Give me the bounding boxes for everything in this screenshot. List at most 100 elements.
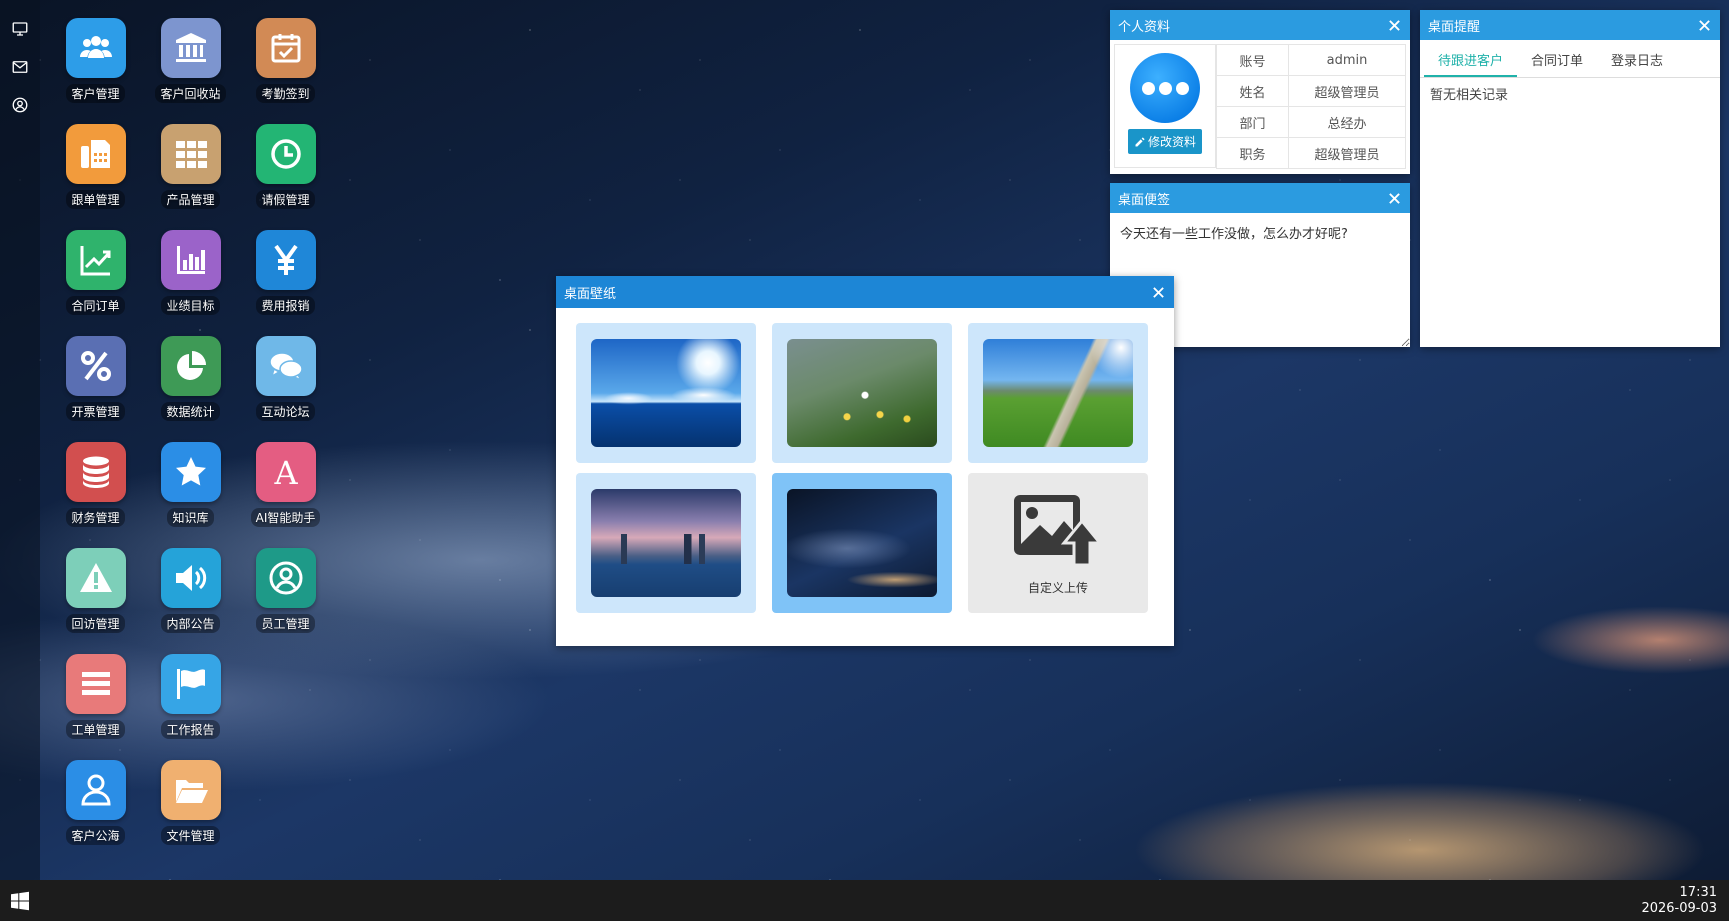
users-icon — [65, 18, 126, 78]
desktop-icon[interactable]: 工单管理 — [48, 654, 143, 760]
wallpaper-title-bar[interactable]: 桌面壁纸 — [556, 276, 1174, 308]
user-circle-icon[interactable] — [9, 94, 31, 116]
mail-icon[interactable] — [9, 56, 31, 78]
meadow-path-thumbnail — [983, 339, 1133, 447]
custom-upload-button[interactable]: 自定义上传 — [968, 473, 1148, 613]
desktop-icon-label: 客户管理 — [66, 84, 125, 103]
info-key: 账号 — [1216, 44, 1289, 76]
desktop-icon[interactable]: A AI智能助手 — [238, 442, 333, 548]
close-icon[interactable] — [1386, 17, 1402, 33]
wallpaper-meadow-path[interactable] — [968, 323, 1148, 463]
table-row: 姓名 超级管理员 — [1216, 75, 1406, 107]
desktop-icon[interactable]: 考勤签到 — [238, 18, 333, 124]
letter-a-icon: A — [255, 442, 316, 502]
info-key: 职务 — [1216, 137, 1289, 169]
desktop-icon-label: AI智能助手 — [250, 508, 321, 527]
desktop-icon-label: 员工管理 — [256, 614, 315, 633]
tab-contract-orders[interactable]: 合同订单 — [1517, 44, 1597, 77]
desktop-icon[interactable]: 费用报销 — [238, 230, 333, 336]
avatar-panel: 修改资料 — [1114, 44, 1216, 168]
wallpaper-flowers-bokeh[interactable] — [772, 323, 952, 463]
percent-icon — [65, 336, 126, 396]
list-icon — [65, 654, 126, 714]
info-key: 姓名 — [1216, 75, 1289, 107]
desktop-icon[interactable]: 请假管理 — [238, 124, 333, 230]
empty-message: 暂无相关记录 — [1430, 88, 1509, 103]
reminder-title-bar[interactable]: 桌面提醒 — [1420, 10, 1720, 40]
desktop-icon[interactable]: 员工管理 — [238, 548, 333, 654]
desktop-icon[interactable]: 客户回收站 — [143, 18, 238, 124]
bank-icon — [160, 18, 221, 78]
table-row: 职务 超级管理员 — [1216, 137, 1406, 169]
edit-icon — [1135, 137, 1145, 146]
fax-icon — [65, 124, 126, 184]
start-button[interactable] — [0, 880, 40, 921]
desktop-icon[interactable]: 客户公海 — [48, 760, 143, 866]
wallpaper-grid: 自定义上传 — [556, 308, 1174, 628]
windows-logo-icon — [11, 891, 29, 910]
desktop-icon[interactable]: 知识库 — [143, 442, 238, 548]
avatar — [1130, 53, 1200, 123]
desktop-icon[interactable]: 财务管理 — [48, 442, 143, 548]
desktop-icon[interactable]: 合同订单 — [48, 230, 143, 336]
taskbar-clock[interactable]: 17:31 2026-09-03 — [1641, 885, 1729, 917]
desktop-icon-label: 业绩目标 — [161, 296, 220, 315]
desktop-icon[interactable]: 开票管理 — [48, 336, 143, 442]
wallpaper-starry-night[interactable] — [772, 473, 952, 613]
bar-chart-icon — [160, 230, 221, 290]
desktop-icon[interactable]: 业绩目标 — [143, 230, 238, 336]
profile-title: 个人资料 — [1118, 19, 1171, 35]
desktop-icon-label: 工作报告 — [161, 720, 220, 739]
ocean-sky-thumbnail — [591, 339, 741, 447]
wallpaper-title: 桌面壁纸 — [564, 286, 617, 302]
user-outline-icon — [65, 760, 126, 820]
clock-icon — [255, 124, 316, 184]
desktop-icon[interactable]: 回访管理 — [48, 548, 143, 654]
desktop-icon-label: 跟单管理 — [66, 190, 125, 209]
info-value: 超级管理员 — [1288, 75, 1406, 107]
pie-chart-icon — [160, 336, 221, 396]
wallpaper-ocean-sky[interactable] — [576, 323, 756, 463]
desktop-icon[interactable]: 互动论坛 — [238, 336, 333, 442]
profile-title-bar[interactable]: 个人资料 — [1110, 10, 1410, 40]
wallpaper-city-skyline[interactable] — [576, 473, 756, 613]
city-skyline-thumbnail — [591, 489, 741, 597]
desktop-icon[interactable]: 客户管理 — [48, 18, 143, 124]
tab-login-log[interactable]: 登录日志 — [1597, 44, 1677, 77]
reminder-window: 桌面提醒 待跟进客户 合同订单 登录日志 暂无相关记录 — [1420, 10, 1720, 347]
desktop-monitor-icon[interactable] — [9, 18, 31, 40]
edit-profile-label: 修改资料 — [1147, 135, 1196, 149]
desktop-icon[interactable]: 数据统计 — [143, 336, 238, 442]
svg-text:A: A — [273, 454, 298, 490]
close-icon[interactable] — [1150, 284, 1166, 300]
desktop-icon[interactable]: 工作报告 — [143, 654, 238, 760]
clock-date: 2026-09-03 — [1641, 900, 1717, 916]
desktop-icon-label: 请假管理 — [256, 190, 315, 209]
starry-night-thumbnail — [787, 489, 937, 597]
tab-follow-up-customers[interactable]: 待跟进客户 — [1424, 44, 1518, 77]
left-sidebar — [0, 0, 40, 880]
desktop-icon[interactable]: 产品管理 — [143, 124, 238, 230]
desktop-icon[interactable]: 跟单管理 — [48, 124, 143, 230]
note-title-bar[interactable]: 桌面便签 — [1110, 183, 1410, 213]
desktop-icon-label: 客户公海 — [66, 826, 125, 845]
flowers-bokeh-thumbnail — [787, 339, 937, 447]
close-icon[interactable] — [1386, 190, 1402, 206]
database-icon — [65, 442, 126, 502]
flag-icon — [160, 654, 221, 714]
desktop-icon-label: 内部公告 — [161, 614, 220, 633]
reminder-tabs: 待跟进客户 合同订单 登录日志 — [1420, 44, 1720, 78]
taskbar: 17:31 2026-09-03 — [0, 880, 1729, 921]
info-value: 总经办 — [1288, 106, 1406, 138]
desktop-icon-label: 文件管理 — [161, 826, 220, 845]
table-row: 部门 总经办 — [1216, 106, 1406, 138]
desktop-icon[interactable]: 文件管理 — [143, 760, 238, 866]
desktop-icon[interactable]: 内部公告 — [143, 548, 238, 654]
close-icon[interactable] — [1696, 17, 1712, 33]
warning-icon — [65, 548, 126, 608]
folder-open-icon — [160, 760, 221, 820]
info-key: 部门 — [1216, 106, 1289, 138]
image-upload-icon — [1014, 494, 1104, 566]
edit-profile-button[interactable]: 修改资料 — [1127, 129, 1202, 154]
yen-icon — [255, 230, 316, 290]
